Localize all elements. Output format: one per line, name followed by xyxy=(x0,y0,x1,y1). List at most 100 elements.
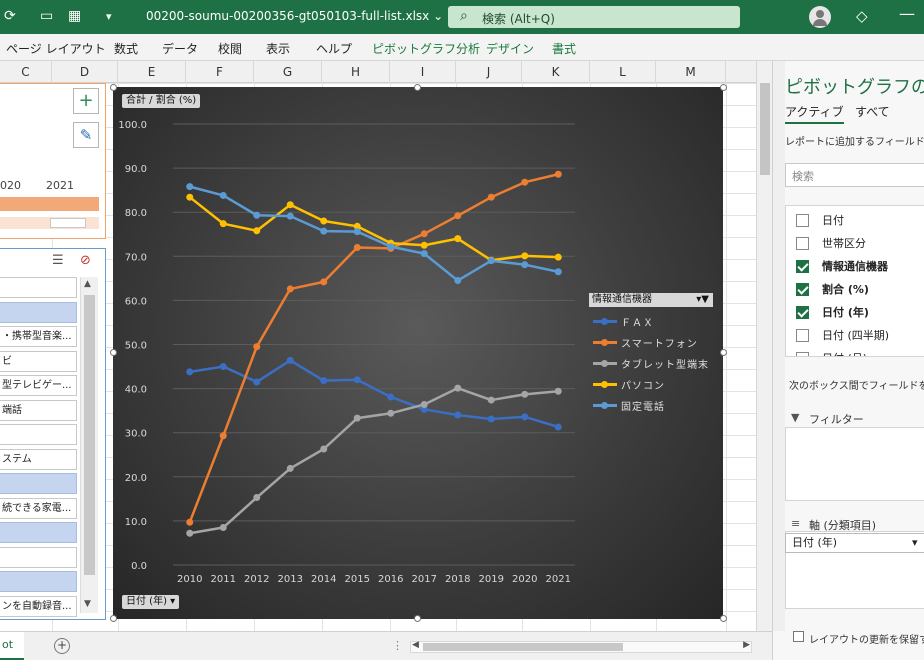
data-point[interactable] xyxy=(186,529,194,537)
axis-field-item[interactable]: 日付 (年) ▾ xyxy=(785,533,924,553)
data-point[interactable] xyxy=(420,241,428,249)
customize-toolbar-icon[interactable]: ▾ xyxy=(106,10,112,23)
data-point[interactable] xyxy=(353,228,361,236)
data-point[interactable] xyxy=(253,343,261,351)
slicer-item[interactable]: ンを自動録音... xyxy=(0,595,77,617)
tab-active[interactable]: アクティブ xyxy=(785,103,844,124)
slicer-item[interactable]: ステム xyxy=(0,448,77,470)
slicer-scroll-thumb[interactable] xyxy=(84,295,95,575)
data-point[interactable] xyxy=(186,368,194,376)
data-point[interactable] xyxy=(286,285,294,293)
data-point[interactable] xyxy=(353,376,361,384)
field-checkbox[interactable] xyxy=(796,306,809,319)
series-line[interactable] xyxy=(188,173,559,523)
data-point[interactable] xyxy=(521,413,529,421)
tab-page-layout[interactable]: ページ レイアウト xyxy=(6,40,106,57)
column-header-e[interactable]: E xyxy=(118,61,186,83)
tab-review[interactable]: 校閲 xyxy=(218,40,242,57)
defer-update-checkbox[interactable] xyxy=(793,631,804,642)
field-checkbox[interactable] xyxy=(796,352,809,356)
series-line[interactable] xyxy=(189,386,559,535)
slicer-item[interactable] xyxy=(0,277,77,298)
timeline-scroll-thumb[interactable] xyxy=(50,218,86,228)
splitter-icon[interactable]: ⋮ xyxy=(392,639,403,652)
chevron-down-icon[interactable]: ⌄ xyxy=(433,9,443,23)
column-header-h[interactable]: H xyxy=(322,61,390,83)
chevron-down-icon[interactable]: ▾ xyxy=(912,534,918,552)
chart-resize-handle[interactable] xyxy=(720,615,727,622)
search-box[interactable]: ⌕ 検索 (Alt+Q) xyxy=(448,6,740,28)
add-sheet-icon[interactable]: + xyxy=(54,638,70,654)
data-point[interactable] xyxy=(521,390,529,398)
data-point[interactable] xyxy=(387,409,395,417)
data-point[interactable] xyxy=(487,396,495,404)
data-point[interactable] xyxy=(420,400,428,408)
data-point[interactable] xyxy=(554,253,562,261)
data-point[interactable] xyxy=(487,193,495,201)
minimize-icon[interactable]: — xyxy=(899,4,915,23)
column-header-f[interactable]: F xyxy=(186,61,254,83)
clear-filter-icon[interactable]: ⊘ xyxy=(80,253,91,268)
field-checkbox[interactable] xyxy=(796,214,809,227)
slicer-item[interactable]: ビ xyxy=(0,350,77,372)
data-point[interactable] xyxy=(353,414,361,422)
slicer-item[interactable] xyxy=(0,473,77,494)
data-point[interactable] xyxy=(286,356,294,364)
add-icon[interactable]: + xyxy=(73,88,99,114)
slicer-item[interactable] xyxy=(0,522,77,543)
series-line[interactable] xyxy=(188,196,559,262)
data-point[interactable] xyxy=(554,268,562,276)
field-search-input[interactable]: 検索 xyxy=(785,163,924,187)
chevron-right-icon[interactable]: ▶ xyxy=(743,640,750,650)
tab-format[interactable]: 書式 xyxy=(552,40,576,57)
data-point[interactable] xyxy=(521,178,529,186)
slicer-item[interactable] xyxy=(0,424,77,445)
horizontal-scrollbar[interactable]: ◀ ▶ xyxy=(410,640,752,653)
field-checkbox[interactable] xyxy=(796,260,809,273)
field-label[interactable]: 割合 (%) xyxy=(822,281,869,299)
data-point[interactable] xyxy=(454,277,462,285)
data-point[interactable] xyxy=(320,217,328,225)
chevron-left-icon[interactable]: ◀ xyxy=(412,640,419,650)
slicer-item[interactable] xyxy=(0,301,77,323)
data-point[interactable] xyxy=(420,230,428,238)
scroll-thumb[interactable] xyxy=(760,83,770,175)
data-point[interactable] xyxy=(420,250,428,258)
field-checkbox[interactable] xyxy=(796,237,809,250)
data-point[interactable] xyxy=(454,411,462,419)
pivot-chart[interactable]: 0.0 10.0 20.0 30.0 40.0 50.0 60.0 70.0 80.0 90.0 1… xyxy=(113,87,723,619)
data-point[interactable] xyxy=(186,193,194,201)
field-label[interactable]: 日付 xyxy=(822,212,844,230)
data-point[interactable] xyxy=(353,243,361,251)
tab-data[interactable]: データ xyxy=(162,40,198,57)
data-point[interactable] xyxy=(454,235,462,243)
tab-view[interactable]: 表示 xyxy=(266,40,290,57)
legend-field-button[interactable]: 情報通信機器 ▾▼ xyxy=(589,293,713,307)
tab-help[interactable]: ヘルプ xyxy=(316,40,352,57)
redo-icon[interactable]: ⟳ xyxy=(4,8,16,24)
multi-select-icon[interactable]: ☰ xyxy=(52,253,64,268)
slicer-item[interactable] xyxy=(0,571,77,592)
open-folder-icon[interactable]: ▭ xyxy=(40,8,53,24)
data-point[interactable] xyxy=(253,494,261,502)
slicer-item[interactable] xyxy=(0,546,77,568)
data-point[interactable] xyxy=(487,415,495,423)
data-point[interactable] xyxy=(554,170,562,178)
data-point[interactable] xyxy=(320,227,328,235)
field-label[interactable]: 日付 (月) xyxy=(822,350,867,356)
data-point[interactable] xyxy=(387,243,395,251)
timeline-range-bar[interactable] xyxy=(0,197,99,211)
data-point[interactable] xyxy=(186,518,194,526)
form-icon[interactable]: ▦ xyxy=(68,8,81,24)
chart-resize-handle[interactable] xyxy=(720,84,727,91)
scroll-thumb[interactable] xyxy=(423,643,623,651)
field-label[interactable]: 情報通信機器 xyxy=(822,258,888,276)
column-header-d[interactable]: D xyxy=(52,61,118,83)
data-point[interactable] xyxy=(487,257,495,265)
value-field-button[interactable]: 合計 / 割合 (%) xyxy=(122,94,201,108)
data-point[interactable] xyxy=(219,432,227,440)
sheet-tab[interactable]: ot xyxy=(0,632,24,660)
chart-resize-handle[interactable] xyxy=(414,84,421,91)
slicer-item[interactable]: ・携帯型音楽... xyxy=(0,326,77,347)
column-header-i[interactable]: I xyxy=(390,61,456,83)
